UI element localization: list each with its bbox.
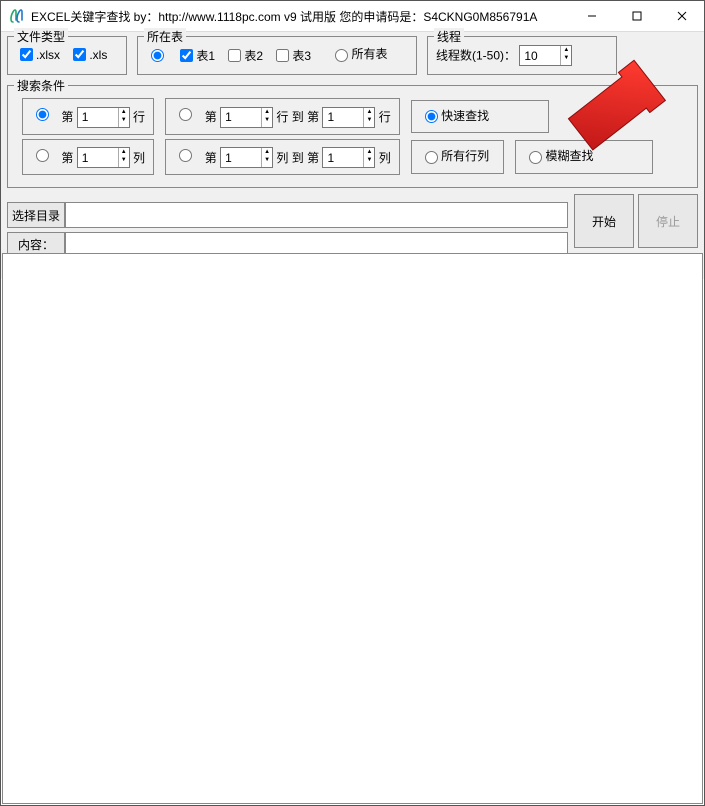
checkbox-xlsx-label: .xlsx [36,48,60,62]
radio-single-row[interactable] [31,105,52,121]
threads-input[interactable] [520,46,560,65]
radio-all-tables[interactable]: 所有表 [330,45,387,62]
group-mode: 快速查找 [411,100,549,134]
app-icon [9,8,25,24]
checkbox-table1-label: 表1 [196,47,215,64]
group-mode2: 模糊查找 [515,140,653,174]
stop-button[interactable]: 停止 [638,194,698,248]
checkbox-table2[interactable]: 表2 [224,46,263,65]
label-row-suffix: 行 [133,110,145,124]
window-title: EXCEL关键字查找 by：http://www.1118pc.com v9 试… [31,8,569,25]
radio-col-range[interactable] [174,146,195,162]
radio-fuzzy-label: 模糊查找 [545,147,593,164]
radio-row-range[interactable] [174,105,195,121]
checkbox-table3[interactable]: 表3 [272,46,311,65]
label-row-prefix: 第 [61,110,73,124]
legend-search: 搜索条件 [14,77,68,94]
spin-row-from[interactable]: ▲▼ [220,107,273,128]
radio-quick-search[interactable]: 快速查找 [420,107,489,124]
minimize-button[interactable] [569,1,614,31]
checkbox-xls[interactable]: .xls [69,45,107,64]
fieldset-file-type: 文件类型 .xlsx .xls [7,36,127,75]
directory-field[interactable] [65,202,568,228]
radio-fuzzy-search[interactable]: 模糊查找 [524,147,593,164]
legend-file-type: 文件类型 [14,28,68,45]
fieldset-tables: 所在表 表1 表2 表3 所有表 [137,36,417,75]
select-directory-button[interactable]: 选择目录 [7,202,65,228]
legend-threads: 线程 [434,28,464,45]
checkbox-xlsx[interactable]: .xlsx [16,45,60,64]
threads-label: 线程数(1-50)： [436,49,516,63]
spin-row-single[interactable]: ▲▼ [77,107,130,128]
maximize-button[interactable] [614,1,659,31]
checkbox-table2-label: 表2 [244,47,263,64]
fieldset-search-conditions: 搜索条件 第 ▲▼ 行 第 ▲▼ 行 到 第 ▲▼ 行 快速查找 [7,85,698,188]
spin-col-single[interactable]: ▲▼ [77,147,130,168]
checkbox-table3-label: 表3 [292,47,311,64]
group-single-row: 第 ▲▼ 行 [22,98,154,135]
threads-spinbox[interactable]: ▲▼ [519,45,572,66]
group-row-range: 第 ▲▼ 行 到 第 ▲▼ 行 [165,98,399,135]
spin-row-to[interactable]: ▲▼ [322,107,375,128]
close-button[interactable] [659,1,704,31]
group-col-range: 第 ▲▼ 列 到 第 ▲▼ 列 [165,139,399,176]
legend-tables: 所在表 [144,28,186,45]
fieldset-threads: 线程 线程数(1-50)： ▲▼ [427,36,617,75]
radio-all-cols[interactable]: 所有行列 [420,147,489,164]
radio-tables-specific[interactable] [146,46,167,62]
spin-col-to[interactable]: ▲▼ [322,147,375,168]
group-single-col: 第 ▲▼ 列 [22,139,154,176]
checkbox-table1[interactable]: 表1 [176,46,215,65]
radio-all-tables-label: 所有表 [351,45,387,62]
radio-single-col[interactable] [31,146,52,162]
radio-all-cols-label: 所有行列 [441,147,489,164]
results-area[interactable] [2,253,703,804]
spin-up-icon[interactable]: ▲ [561,46,571,54]
titlebar: EXCEL关键字查找 by：http://www.1118pc.com v9 试… [1,1,704,32]
group-all-cols: 所有行列 [411,140,504,174]
checkbox-xls-label: .xls [89,48,107,62]
radio-quick-label: 快速查找 [441,107,489,124]
start-button[interactable]: 开始 [574,194,634,248]
spin-col-from[interactable]: ▲▼ [220,147,273,168]
spin-down-icon[interactable]: ▼ [561,54,571,62]
